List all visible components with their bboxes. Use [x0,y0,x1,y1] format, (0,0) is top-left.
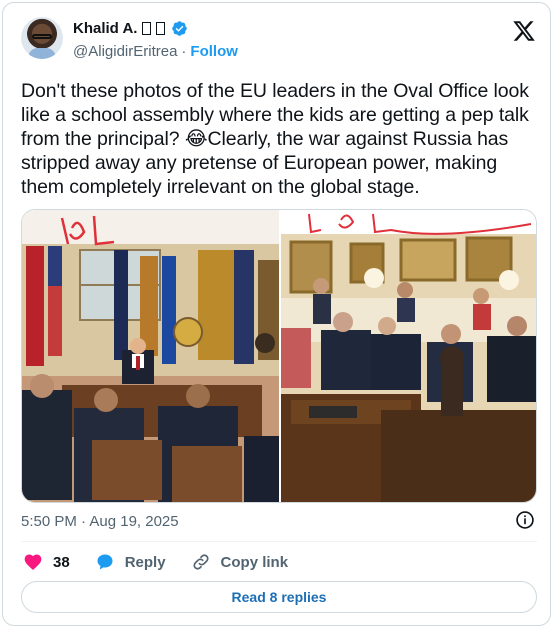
copy-link-button[interactable]: Copy link [191,552,289,572]
info-icon[interactable] [515,510,535,530]
verified-badge-icon [172,21,188,36]
author-handle-row: @AligidirEritrea · Follow [73,43,238,60]
tweet-timestamp[interactable]: 5:50 PM · Aug 19, 2025 [21,513,179,530]
reply-label: Reply [124,553,166,571]
x-logo-icon[interactable] [512,19,536,43]
oval-office-photo-right [281,210,536,502]
reply-button[interactable]: Reply [95,552,166,572]
tweet-card: Khalid A. @AligidirEritrea · Follow Don'… [2,2,551,626]
author-handle[interactable]: @AligidirEritrea [73,43,177,60]
read-replies-button[interactable]: Read 8 replies [21,581,537,613]
photo-right[interactable] [281,210,536,502]
oval-office-photo-left [22,210,279,502]
photo-left[interactable] [22,210,279,502]
flag-placeholder-icon [142,22,152,35]
tweet-text: Don't these photos of the EU leaders in … [21,80,529,198]
separator-dot: · [181,43,187,60]
author-name-row: Khalid A. [73,20,188,37]
copy-link-label: Copy link [220,553,289,571]
like-button[interactable]: 38 [23,552,70,572]
tweet-header: Khalid A. @AligidirEritrea · Follow [21,17,536,65]
reply-bubble-icon [97,554,113,570]
flag-placeholder-icon [156,22,166,35]
divider [21,541,537,542]
author-avatar[interactable] [21,17,63,59]
tweet-media[interactable] [21,209,537,503]
tweet-actions: 38 Reply Copy link [23,551,313,573]
heart-icon [24,554,42,570]
link-icon [193,554,209,570]
author-name[interactable]: Khalid A. [73,20,137,37]
like-count: 38 [53,553,70,571]
follow-button[interactable]: Follow [190,43,238,60]
